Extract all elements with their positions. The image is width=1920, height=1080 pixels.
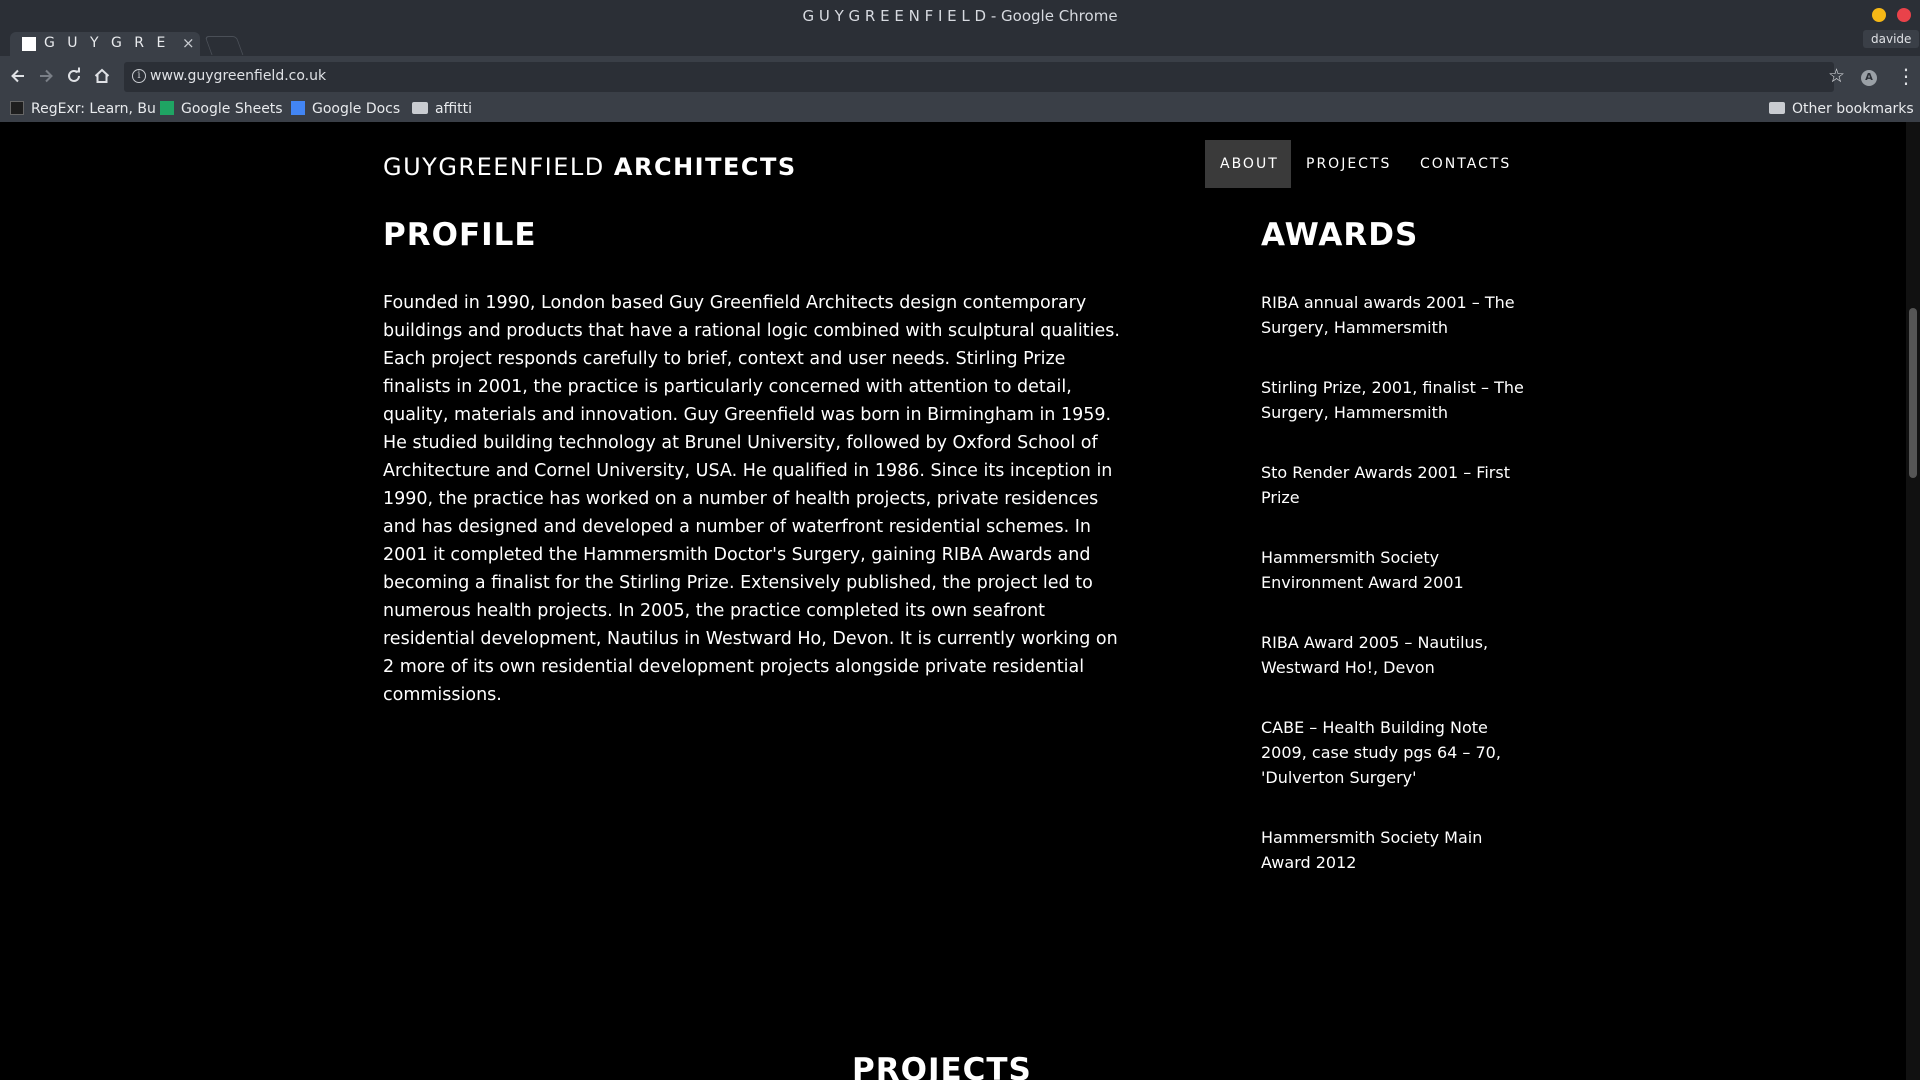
bookmark-google-sheets[interactable]: Google Sheets (160, 101, 283, 117)
awards-list: RIBA annual awards 2001 – The Surgery, H… (1261, 290, 1531, 910)
title-bar: G U Y G R E E N F I E L D - Google Chrom… (0, 0, 1920, 34)
other-bookmarks[interactable]: Other bookmarks (1769, 101, 1914, 117)
scrollbar-thumb[interactable] (1909, 308, 1917, 478)
award-item: Hammersmith Society Main Award 2012 (1261, 828, 1483, 872)
award-item: RIBA annual awards 2001 – The Surgery, H… (1261, 293, 1515, 337)
nav-contacts[interactable]: CONTACTS (1405, 140, 1525, 188)
bookmark-affitti[interactable]: affitti (412, 101, 472, 117)
tab-close-icon[interactable]: × (182, 34, 195, 52)
sheets-icon (160, 101, 174, 115)
home-icon[interactable] (90, 65, 114, 89)
nav-about[interactable]: ABOUT (1205, 140, 1291, 188)
close-window-button[interactable] (1897, 8, 1911, 22)
toolbar: i www.guygreenfield.co.uk ☆ A ⋮ (0, 56, 1920, 98)
bookmark-regexr[interactable]: RegExr: Learn, Bu (10, 101, 156, 117)
regexr-icon (10, 101, 24, 115)
award-item: Stirling Prize, 2001, finalist – The Sur… (1261, 378, 1524, 422)
extension-icon[interactable]: A (1861, 70, 1877, 86)
back-icon[interactable] (6, 65, 30, 89)
awards-heading: AWARDS (1261, 217, 1419, 253)
forward-icon[interactable] (34, 65, 58, 89)
award-item: Sto Render Awards 2001 – First Prize (1261, 463, 1510, 507)
bookmark-google-docs[interactable]: Google Docs (291, 101, 400, 117)
web-page: GUYGREENFIELD ARCHITECTS ABOUT PROJECTS … (0, 122, 1920, 1080)
minimize-button[interactable] (1872, 8, 1886, 22)
profile-button[interactable]: davide (1863, 30, 1920, 48)
window-title: G U Y G R E E N F I E L D - Google Chrom… (802, 7, 1118, 25)
page-scrollbar[interactable] (1906, 122, 1920, 1080)
url-text[interactable]: www.guygreenfield.co.uk (150, 68, 326, 84)
tab-title: G U Y G R E E N F I E L D (44, 35, 172, 51)
nav-projects[interactable]: PROJECTS (1291, 140, 1402, 188)
award-item: Hammersmith Society Environment Award 20… (1261, 548, 1464, 592)
site-logo[interactable]: GUYGREENFIELD ARCHITECTS (383, 153, 797, 181)
docs-icon (291, 101, 305, 115)
folder-icon (412, 102, 428, 114)
projects-heading: PROJECTS (852, 1052, 1032, 1080)
profile-text: Founded in 1990, London based Guy Greenf… (383, 293, 1120, 705)
reload-icon[interactable] (62, 65, 86, 89)
profile-heading: PROFILE (383, 217, 537, 253)
address-bar[interactable]: i www.guygreenfield.co.uk (124, 62, 1834, 92)
bookmark-star-icon[interactable]: ☆ (1828, 64, 1845, 88)
folder-icon (1769, 102, 1785, 114)
browser-tab[interactable]: G U Y G R E E N F I E L D × (10, 32, 200, 56)
award-item: RIBA Award 2005 – Nautilus, Westward Ho!… (1261, 633, 1489, 677)
menu-icon[interactable]: ⋮ (1896, 64, 1916, 88)
bookmarks-bar: RegExr: Learn, Bu Google Sheets Google D… (0, 98, 1920, 123)
browser-chrome: G U Y G R E E N F I E L D - Google Chrom… (0, 0, 1920, 123)
info-icon[interactable]: i (132, 69, 146, 83)
favicon-icon (22, 37, 36, 51)
award-item: CABE – Health Building Note 2009, case s… (1261, 718, 1501, 787)
new-tab-button[interactable] (204, 36, 244, 55)
